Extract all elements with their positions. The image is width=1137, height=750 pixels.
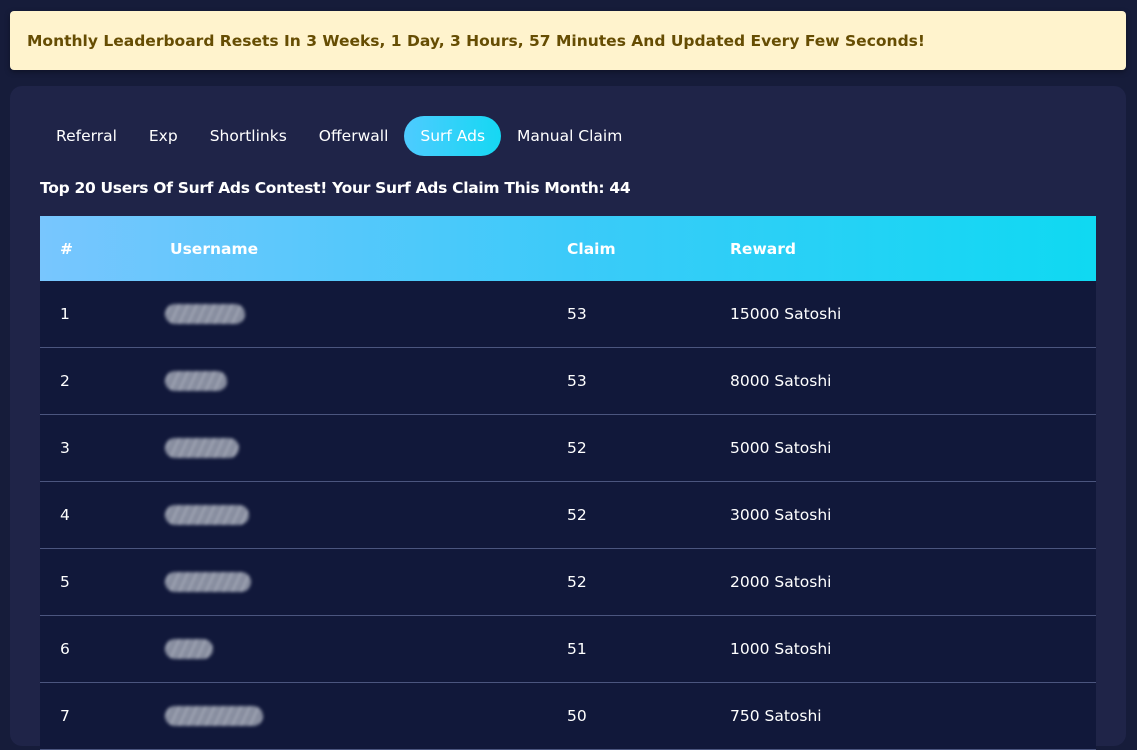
- tab-exp[interactable]: Exp: [133, 116, 194, 156]
- leaderboard-table: # Username Claim Reward 1 53 15000 Satos…: [40, 216, 1096, 750]
- reward-cell: 15000 Satoshi: [730, 305, 842, 323]
- claim-cell: 50: [567, 707, 587, 725]
- blurred-username: [165, 304, 245, 324]
- reward-cell: 750 Satoshi: [730, 707, 822, 725]
- tab-shortlinks[interactable]: Shortlinks: [194, 116, 303, 156]
- rank-cell: 5: [60, 573, 70, 591]
- rank-cell: 4: [60, 506, 70, 524]
- blurred-username: [165, 572, 251, 592]
- blurred-username: [165, 371, 227, 391]
- header-rank: #: [60, 239, 73, 258]
- contest-subtitle: Top 20 Users Of Surf Ads Contest! Your S…: [40, 179, 631, 197]
- table-row: 2 53 8000 Satoshi: [40, 348, 1096, 415]
- claim-cell: 52: [567, 506, 587, 524]
- reward-cell: 5000 Satoshi: [730, 439, 832, 457]
- tab-surf-ads[interactable]: Surf Ads: [404, 116, 502, 156]
- alert-text: Monthly Leaderboard Resets In 3 Weeks, 1…: [27, 31, 925, 50]
- claim-cell: 52: [567, 573, 587, 591]
- tab-offerwall[interactable]: Offerwall: [303, 116, 405, 156]
- claim-cell: 51: [567, 640, 587, 658]
- table-row: 3 52 5000 Satoshi: [40, 415, 1096, 482]
- contest-tabs: Referral Exp Shortlinks Offerwall Surf A…: [40, 116, 638, 156]
- blurred-username: [165, 505, 249, 525]
- reward-cell: 3000 Satoshi: [730, 506, 832, 524]
- leaderboard-card: Referral Exp Shortlinks Offerwall Surf A…: [10, 86, 1126, 750]
- rank-cell: 2: [60, 372, 70, 390]
- rank-cell: 6: [60, 640, 70, 658]
- claim-cell: 53: [567, 305, 587, 323]
- blurred-username: [165, 639, 213, 659]
- tab-manual-claim[interactable]: Manual Claim: [501, 116, 638, 156]
- header-username: Username: [170, 239, 259, 258]
- rank-cell: 7: [60, 707, 70, 725]
- reward-cell: 8000 Satoshi: [730, 372, 832, 390]
- claim-cell: 53: [567, 372, 587, 390]
- table-row: 4 52 3000 Satoshi: [40, 482, 1096, 549]
- table-row: 1 53 15000 Satoshi: [40, 281, 1096, 348]
- header-claim: Claim: [567, 239, 616, 258]
- reward-cell: 2000 Satoshi: [730, 573, 832, 591]
- header-reward: Reward: [730, 239, 796, 258]
- reward-cell: 1000 Satoshi: [730, 640, 832, 658]
- tab-referral[interactable]: Referral: [40, 116, 133, 156]
- table-row: 7 50 750 Satoshi: [40, 683, 1096, 750]
- claim-cell: 52: [567, 439, 587, 457]
- blurred-username: [165, 438, 239, 458]
- rank-cell: 1: [60, 305, 70, 323]
- table-row: 6 51 1000 Satoshi: [40, 616, 1096, 683]
- table-header: # Username Claim Reward: [40, 216, 1096, 281]
- blurred-username: [165, 706, 263, 726]
- table-row: 5 52 2000 Satoshi: [40, 549, 1096, 616]
- leaderboard-reset-alert: Monthly Leaderboard Resets In 3 Weeks, 1…: [10, 11, 1126, 70]
- rank-cell: 3: [60, 439, 70, 457]
